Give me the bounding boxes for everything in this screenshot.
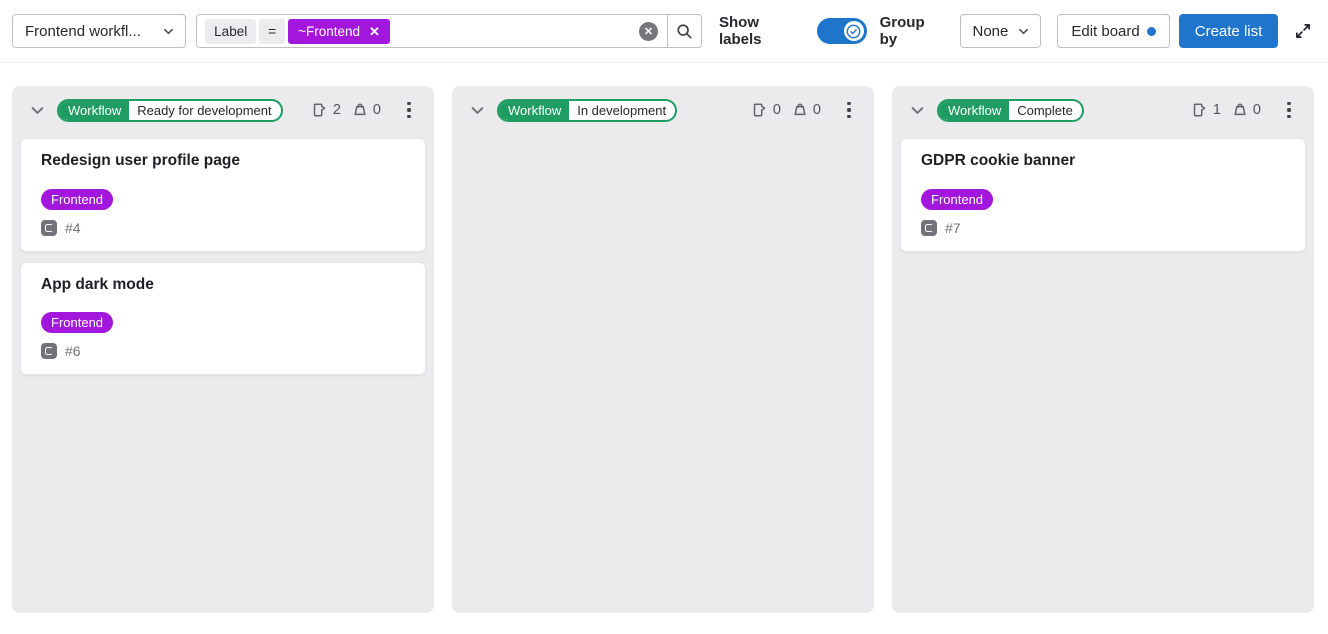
search-button[interactable] bbox=[667, 15, 701, 47]
weight-icon bbox=[792, 102, 808, 118]
issue-type-icon bbox=[41, 343, 57, 359]
search-icon bbox=[676, 23, 693, 40]
card-title[interactable]: GDPR cookie banner bbox=[921, 152, 1285, 171]
list-actions-kebab-icon[interactable] bbox=[397, 96, 421, 124]
list-scoped-label[interactable]: Workflow Ready for development bbox=[57, 99, 283, 122]
list-actions-kebab-icon[interactable] bbox=[1277, 96, 1301, 124]
board-card[interactable]: Redesign user profile page Frontend #4 bbox=[20, 138, 426, 252]
edit-board-label: Edit board bbox=[1071, 23, 1139, 40]
filter-token-operator[interactable]: = bbox=[259, 19, 285, 44]
toggle-check-icon bbox=[844, 21, 864, 41]
topbar: Frontend workfl... Label = ~Frontend ✕ ✕… bbox=[0, 0, 1328, 63]
notification-dot-icon bbox=[1147, 27, 1156, 36]
scoped-label-key: Workflow bbox=[59, 101, 129, 120]
list-counters: 2 0 bbox=[312, 102, 387, 118]
filter-token-value[interactable]: ~Frontend ✕ bbox=[288, 19, 390, 44]
scoped-label-value: In development bbox=[569, 101, 675, 120]
issue-type-icon bbox=[41, 220, 57, 236]
collapse-list-button[interactable] bbox=[908, 101, 926, 119]
board-list-ready-for-development: Workflow Ready for development 2 0 Redes… bbox=[12, 86, 434, 613]
edit-board-button[interactable]: Edit board bbox=[1057, 14, 1169, 48]
board-card[interactable]: App dark mode Frontend #6 bbox=[20, 262, 426, 376]
label-pill[interactable]: Frontend bbox=[41, 189, 113, 210]
list-scoped-label[interactable]: Workflow In development bbox=[497, 99, 677, 122]
card-meta: #4 bbox=[41, 220, 405, 236]
card-meta: #7 bbox=[921, 220, 1285, 236]
list-scoped-label[interactable]: Workflow Complete bbox=[937, 99, 1084, 122]
card-labels: Frontend bbox=[921, 189, 1285, 210]
scoped-label-key: Workflow bbox=[499, 101, 569, 120]
scoped-label-value: Ready for development bbox=[129, 101, 280, 120]
issues-icon bbox=[1192, 102, 1208, 118]
weight-count: 0 bbox=[373, 102, 381, 118]
weight-icon bbox=[1232, 102, 1248, 118]
weight-icon bbox=[352, 102, 368, 118]
board-selector-dropdown[interactable]: Frontend workfl... bbox=[12, 14, 186, 48]
issues-icon bbox=[312, 102, 328, 118]
list-header: Workflow In development 0 0 bbox=[452, 86, 874, 134]
board-selector-label: Frontend workfl... bbox=[25, 23, 141, 40]
issue-type-icon bbox=[921, 220, 937, 236]
list-body: GDPR cookie banner Frontend #7 bbox=[892, 134, 1314, 613]
create-list-button[interactable]: Create list bbox=[1179, 14, 1279, 48]
chevron-down-icon bbox=[1018, 26, 1028, 36]
filter-token-value-label: ~Frontend bbox=[298, 24, 360, 39]
card-meta: #6 bbox=[41, 343, 405, 359]
list-counters: 0 0 bbox=[752, 102, 827, 118]
label-pill[interactable]: Frontend bbox=[921, 189, 993, 210]
create-list-label: Create list bbox=[1195, 23, 1263, 40]
list-body bbox=[452, 134, 874, 613]
issue-id: #7 bbox=[945, 220, 961, 236]
list-counters: 1 0 bbox=[1192, 102, 1267, 118]
issues-icon bbox=[752, 102, 768, 118]
group-by-dropdown[interactable]: None bbox=[960, 14, 1042, 48]
issue-id: #4 bbox=[65, 220, 81, 236]
fullscreen-button[interactable] bbox=[1292, 20, 1314, 42]
card-title[interactable]: App dark mode bbox=[41, 276, 405, 295]
group-by-label: Group by bbox=[880, 14, 946, 48]
show-labels-label: Show labels bbox=[719, 14, 805, 48]
card-labels: Frontend bbox=[41, 312, 405, 333]
list-body: Redesign user profile page Frontend #4 A… bbox=[12, 134, 434, 613]
weight-count: 0 bbox=[813, 102, 821, 118]
group-by-value: None bbox=[973, 23, 1009, 40]
chevron-down-icon bbox=[470, 103, 485, 118]
remove-token-icon[interactable]: ✕ bbox=[369, 25, 380, 38]
expand-icon bbox=[1294, 22, 1312, 40]
issue-count: 1 bbox=[1213, 102, 1221, 118]
list-header: Workflow Complete 1 0 bbox=[892, 86, 1314, 134]
show-labels-toggle[interactable] bbox=[817, 18, 867, 44]
issue-board: Workflow Ready for development 2 0 Redes… bbox=[0, 63, 1328, 613]
card-labels: Frontend bbox=[41, 189, 405, 210]
label-pill[interactable]: Frontend bbox=[41, 312, 113, 333]
issue-id: #6 bbox=[65, 343, 81, 359]
scoped-label-value: Complete bbox=[1009, 101, 1082, 120]
clear-filter-icon[interactable]: ✕ bbox=[639, 22, 658, 41]
list-actions-kebab-icon[interactable] bbox=[837, 96, 861, 124]
issue-count: 2 bbox=[333, 102, 341, 118]
filter-token-field[interactable]: Label bbox=[205, 19, 256, 44]
filter-bar[interactable]: Label = ~Frontend ✕ ✕ bbox=[196, 14, 702, 48]
scoped-label-key: Workflow bbox=[939, 101, 1009, 120]
collapse-list-button[interactable] bbox=[468, 101, 486, 119]
board-list-in-development: Workflow In development 0 0 bbox=[452, 86, 874, 613]
collapse-list-button[interactable] bbox=[28, 101, 46, 119]
issue-count: 0 bbox=[773, 102, 781, 118]
list-header: Workflow Ready for development 2 0 bbox=[12, 86, 434, 134]
filter-input[interactable] bbox=[390, 15, 639, 47]
weight-count: 0 bbox=[1253, 102, 1261, 118]
chevron-down-icon bbox=[30, 103, 45, 118]
chevron-down-icon bbox=[910, 103, 925, 118]
chevron-down-icon bbox=[163, 26, 173, 36]
board-list-complete: Workflow Complete 1 0 GDPR cookie banner… bbox=[892, 86, 1314, 613]
card-title[interactable]: Redesign user profile page bbox=[41, 152, 405, 171]
board-card[interactable]: GDPR cookie banner Frontend #7 bbox=[900, 138, 1306, 252]
